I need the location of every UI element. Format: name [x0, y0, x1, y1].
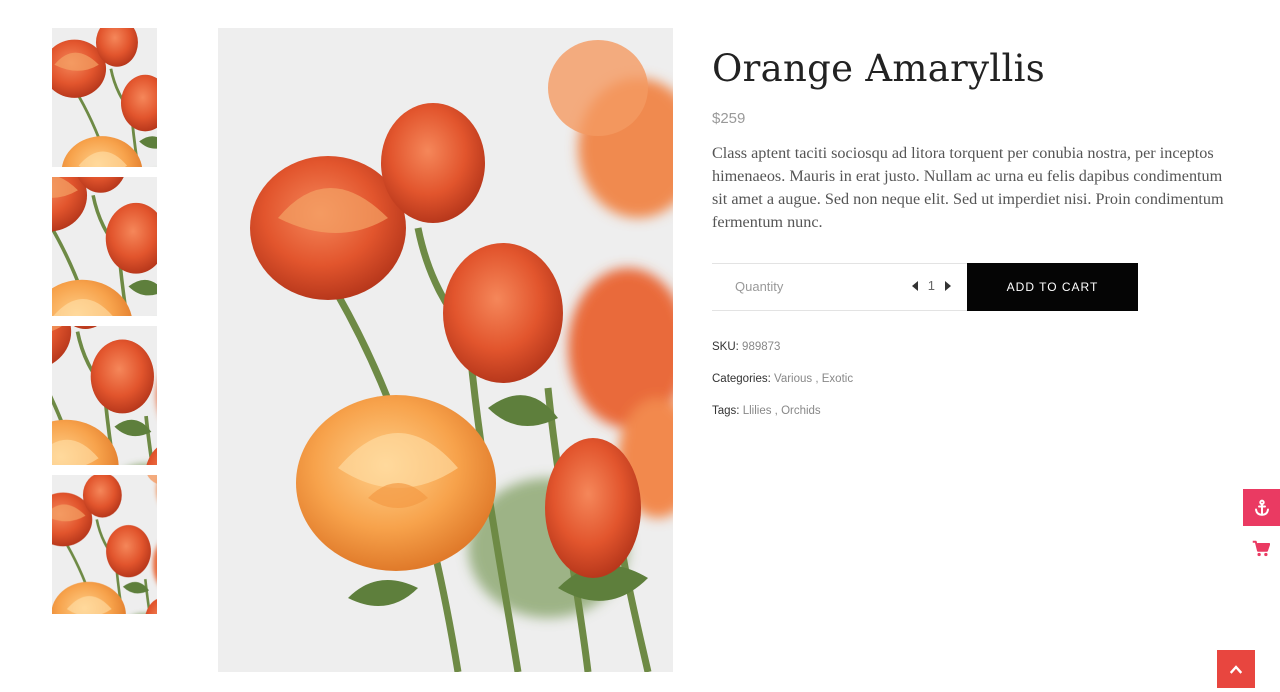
anchor-button[interactable]	[1243, 489, 1280, 526]
sku-row: SKU: 989873	[712, 340, 853, 372]
product-price: $259	[712, 110, 746, 127]
sku-label: SKU:	[712, 341, 739, 353]
main-product-image[interactable]	[218, 28, 673, 672]
thumbnail-4[interactable]	[52, 475, 157, 614]
cart-icon	[1252, 540, 1271, 557]
thumbnail-1[interactable]	[52, 28, 157, 167]
tags-row: Tags: Llilies , Orchids	[712, 405, 821, 417]
product-description: Class aptent taciti sociosqu ad litora t…	[712, 144, 1224, 231]
product-info: Orange Amaryllis $259 Class aptent tacit…	[712, 44, 1242, 250]
increment-icon[interactable]	[945, 280, 951, 291]
anchor-icon	[1254, 499, 1269, 516]
product-title: Orange Amaryllis	[712, 47, 1045, 90]
quantity-stepper[interactable]: Quantity 1	[712, 263, 967, 311]
quantity-label: Quantity	[735, 279, 784, 294]
product-meta: SKU: 989873 Categories: Various , Exotic…	[712, 340, 853, 436]
sku-value: 989873	[742, 341, 781, 353]
scroll-to-top-button[interactable]	[1217, 650, 1255, 688]
tag-link-llilies[interactable]: Llilies	[743, 405, 772, 417]
thumbnail-gallery	[52, 28, 157, 624]
category-link-various[interactable]: Various	[774, 373, 812, 385]
tag-link-orchids[interactable]: Orchids	[781, 405, 821, 417]
category-link-exotic[interactable]: Exotic	[822, 373, 853, 385]
chevron-up-icon	[1230, 665, 1242, 674]
add-to-cart-form: Quantity 1 ADD TO CART	[712, 263, 1138, 311]
decrement-icon[interactable]	[911, 280, 918, 291]
thumbnail-3[interactable]	[52, 326, 157, 465]
tags-label: Tags:	[712, 405, 740, 417]
categories-label: Categories:	[712, 373, 771, 385]
side-cart-button[interactable]	[1252, 540, 1274, 560]
add-to-cart-button[interactable]: ADD TO CART	[967, 263, 1138, 311]
quantity-value[interactable]: 1	[928, 278, 935, 293]
categories-row: Categories: Various , Exotic	[712, 373, 854, 385]
thumbnail-2[interactable]	[52, 177, 157, 316]
